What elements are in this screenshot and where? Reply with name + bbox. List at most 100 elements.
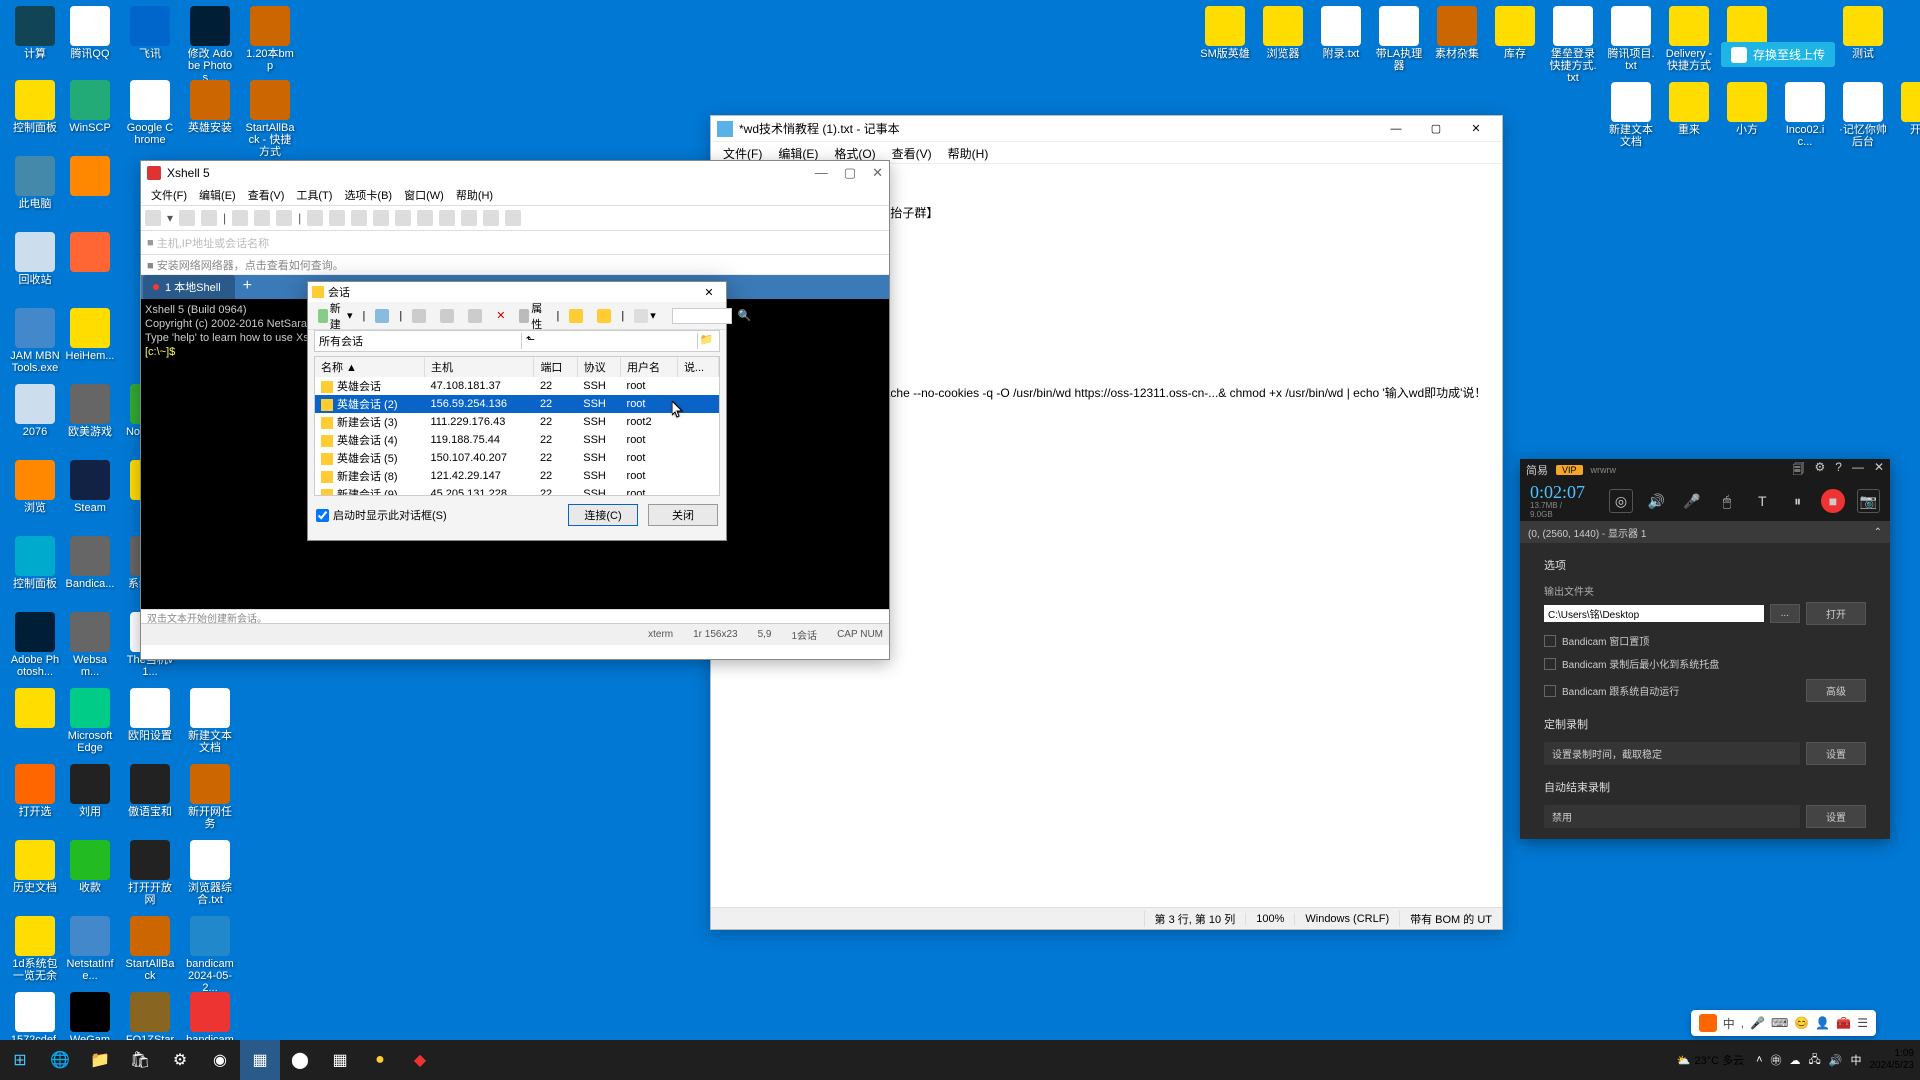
tray-up-icon[interactable]: ˄ bbox=[1756, 1054, 1762, 1066]
tb-d-icon[interactable] bbox=[417, 210, 433, 226]
new-session-button[interactable]: 新建▾ bbox=[314, 298, 357, 334]
tb-f-icon[interactable] bbox=[461, 210, 477, 226]
folder1-icon[interactable] bbox=[565, 307, 587, 325]
desktop-icon[interactable]: Microsoft Edge bbox=[65, 688, 115, 754]
system-tray[interactable]: ˄ ㊥ ☁ 🖧 🔊 中 bbox=[1756, 1051, 1869, 1070]
taskbar-store-icon[interactable]: 🛍 bbox=[120, 1040, 160, 1080]
desktop-icon[interactable]: 新开网任务 bbox=[185, 764, 235, 830]
minimize-button[interactable]: — bbox=[1852, 460, 1864, 481]
session-row[interactable]: 英雄会话 (5)150.107.40.20722SSHroot bbox=[315, 449, 719, 467]
attr-button[interactable]: 属性 bbox=[515, 298, 550, 334]
tb-new-icon[interactable] bbox=[145, 210, 161, 226]
tb-a-icon[interactable] bbox=[351, 210, 367, 226]
bandi-help-icon[interactable]: ? bbox=[1835, 460, 1842, 481]
xshell-titlebar[interactable]: Xshell 5 —▢✕ bbox=[141, 161, 889, 185]
copy-icon[interactable] bbox=[436, 307, 458, 325]
sound-icon[interactable]: 🔊 bbox=[1645, 489, 1668, 513]
desktop-icon[interactable]: 2076 bbox=[10, 384, 60, 438]
cut-icon[interactable] bbox=[408, 307, 430, 325]
desktop-icon[interactable]: 重来 bbox=[1664, 82, 1714, 136]
taskbar-app3-icon[interactable]: ● bbox=[360, 1040, 400, 1080]
menu-item[interactable]: 编辑(E) bbox=[193, 185, 242, 205]
desktop-icon[interactable]: Incо02.ic... bbox=[1780, 82, 1830, 148]
tb-save-icon[interactable] bbox=[201, 210, 217, 226]
desktop-icon[interactable]: Google Chrome bbox=[125, 80, 175, 146]
desktop-icon[interactable] bbox=[65, 156, 115, 198]
desktop-icon[interactable]: 刘用 bbox=[65, 764, 115, 818]
session-row[interactable]: 英雄会话 (4)119.188.75.4422SSHroot bbox=[315, 431, 719, 449]
taskbar-chrome-icon[interactable]: ◉ bbox=[200, 1040, 240, 1080]
tray-net-icon[interactable]: 🖧 bbox=[1809, 1051, 1821, 1070]
menu-item[interactable]: 查看(V) bbox=[884, 142, 940, 163]
tb-b-icon[interactable] bbox=[373, 210, 389, 226]
bandicam-info[interactable]: (0, (2560, 1440) - 显示器 1⌃ bbox=[1520, 521, 1890, 543]
column-header[interactable]: 协议 bbox=[577, 357, 620, 377]
browse-button[interactable]: ... bbox=[1770, 604, 1800, 623]
desktop-icon[interactable]: JAM MBN Tools.exe bbox=[10, 308, 60, 374]
taskbar-clock[interactable]: 1:092024/5/23 bbox=[1870, 1048, 1920, 1072]
desktop-icon[interactable]: StartAllBack - 快捷方式 bbox=[245, 80, 295, 158]
tb-h-icon[interactable] bbox=[505, 210, 521, 226]
taskbar-explorer-icon[interactable]: 📁 bbox=[80, 1040, 120, 1080]
pause-button[interactable]: ⏸ bbox=[1786, 489, 1809, 513]
view-icon[interactable]: ▾ bbox=[630, 307, 660, 325]
desktop-icon[interactable]: 小方 bbox=[1722, 82, 1772, 136]
desktop-icon[interactable]: 控制面板 bbox=[10, 80, 60, 134]
close-button[interactable]: ✕ bbox=[696, 286, 722, 299]
tb-prop-icon[interactable] bbox=[307, 210, 323, 226]
cb-ontop[interactable] bbox=[1544, 635, 1556, 647]
desktop-icon[interactable]: 堡垒登录快捷方式.txt bbox=[1548, 6, 1598, 84]
desktop-icon[interactable]: ·记忆你帅后台 bbox=[1838, 82, 1888, 148]
menu-item[interactable]: 帮助(H) bbox=[940, 142, 997, 163]
desktop-icon[interactable]: 修改 Adobe Photos... bbox=[185, 6, 235, 84]
cloud-upload-badge[interactable]: 存换至线上传 bbox=[1721, 42, 1835, 67]
tab-add-button[interactable]: + bbox=[235, 273, 260, 299]
ime-toolbar[interactable]: 中,🎤⌨😊👤🧰☰ bbox=[1691, 1010, 1876, 1036]
desktop-icon[interactable]: 开发 bbox=[1896, 82, 1920, 136]
text-icon[interactable]: T bbox=[1751, 489, 1774, 513]
column-header[interactable]: 用户名 bbox=[621, 357, 678, 377]
taskbar-edge-icon[interactable]: 🌐 bbox=[40, 1040, 80, 1080]
desktop-icon[interactable]: SM版英雄 bbox=[1200, 6, 1250, 60]
session-row[interactable]: 英雄会话 (2)156.59.254.13622SSHroot bbox=[315, 395, 719, 413]
desktop-icon[interactable]: 新建文本文档 bbox=[185, 688, 235, 754]
sessions-search[interactable] bbox=[672, 308, 732, 324]
tb-find-icon[interactable] bbox=[329, 210, 345, 226]
desktop-icon[interactable]: 飞讯 bbox=[125, 6, 175, 60]
target-icon[interactable]: ◎ bbox=[1609, 489, 1632, 513]
tb-open-icon[interactable] bbox=[179, 210, 195, 226]
menu-item[interactable]: 窗口(W) bbox=[398, 185, 450, 205]
tray-ime-icon[interactable]: ㊥ bbox=[1771, 1052, 1782, 1068]
open-folder-button[interactable]: 打开 bbox=[1806, 602, 1866, 625]
notepad-titlebar[interactable]: *wd技术悄教程 (1).txt - 记事本 — ▢ ✕ bbox=[711, 116, 1502, 142]
xshell-hint[interactable]: ■ 安装网络网络器，点击查看如何查询。 bbox=[141, 255, 889, 275]
session-row[interactable]: 新建会话 (3)111.229.176.4322SSHroot2 bbox=[315, 413, 719, 431]
column-header[interactable]: 主机 bbox=[424, 357, 533, 377]
desktop-icon[interactable]: Adobe Photosh... bbox=[10, 612, 60, 678]
desktop-icon[interactable]: 浏览器综合.txt bbox=[185, 840, 235, 906]
tb-cut-icon[interactable] bbox=[232, 210, 248, 226]
minimize-button[interactable]: — bbox=[815, 165, 828, 181]
desktop-icon[interactable]: 欧阳设置 bbox=[125, 688, 175, 742]
bandi-settings-icon[interactable]: ⚙ bbox=[1814, 460, 1825, 481]
maximize-button[interactable]: ▢ bbox=[1416, 117, 1456, 141]
bandicam-header[interactable]: 简易 VIP wrwrw 🗐 ⚙ ? — ✕ bbox=[1520, 459, 1890, 481]
session-row[interactable]: 新建会话 (9)45.205.131.22822SSHroot bbox=[315, 485, 719, 496]
menu-item[interactable]: 查看(V) bbox=[242, 185, 291, 205]
addr-input-placeholder[interactable]: 主机,IP地址或会话名称 bbox=[157, 235, 883, 251]
taskbar-app2-icon[interactable]: ▦ bbox=[320, 1040, 360, 1080]
minimize-button[interactable]: — bbox=[1376, 117, 1416, 141]
close-button[interactable]: ✕ bbox=[1874, 460, 1884, 481]
desktop-icon[interactable]: 库存 bbox=[1490, 6, 1540, 60]
taskbar-weather[interactable]: ⛅23°C 多云 bbox=[1677, 1052, 1744, 1068]
tray-sound-icon[interactable]: 🔊 bbox=[1829, 1054, 1843, 1067]
desktop-icon[interactable]: 回收站 bbox=[10, 232, 60, 286]
expand-icon[interactable]: ⌃ bbox=[1874, 527, 1882, 538]
cb-tray[interactable] bbox=[1544, 658, 1556, 670]
desktop-icon[interactable]: Steam bbox=[65, 460, 115, 514]
desktop-icon[interactable]: 此电脑 bbox=[10, 156, 60, 210]
desktop-icon[interactable]: 腾讯项目.txt bbox=[1606, 6, 1656, 72]
desktop-icon[interactable]: Delivery - 快捷方式 bbox=[1664, 6, 1714, 72]
desktop-icon[interactable]: 傲语宝和 bbox=[125, 764, 175, 818]
close-button[interactable]: ✕ bbox=[872, 165, 883, 181]
